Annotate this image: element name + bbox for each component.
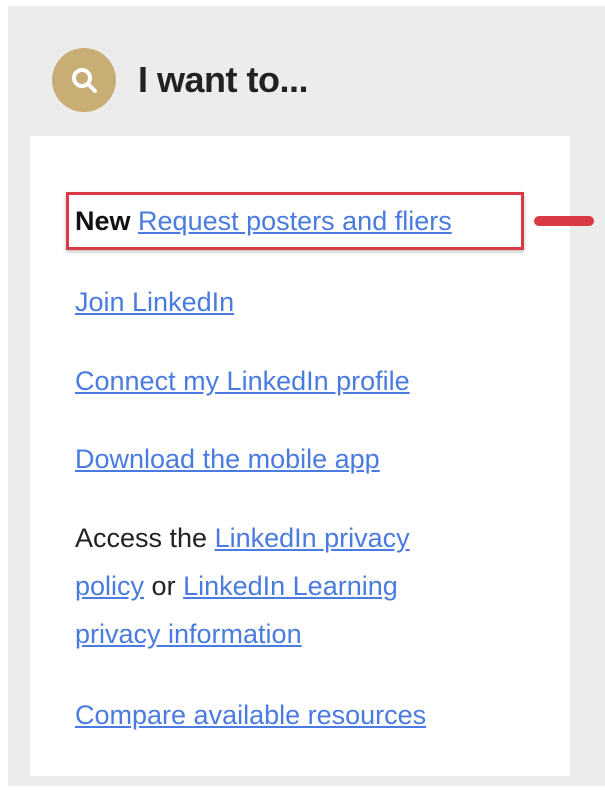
compare-resources-item: Compare available resources [75, 691, 426, 739]
privacy-policy-link-cont[interactable]: policy [75, 571, 144, 601]
search-icon [52, 48, 116, 112]
i-want-to-panel: I want to... New Request posters and fli… [8, 6, 605, 786]
panel-title: I want to... [138, 59, 309, 100]
privacy-item: Access the LinkedIn privacy policy or Li… [75, 514, 515, 658]
highlight-box [66, 192, 524, 250]
join-linkedin-item: Join LinkedIn [75, 278, 234, 326]
links-card: New Request posters and fliers Join Link… [30, 136, 594, 776]
learning-privacy-link[interactable]: LinkedIn Learning [183, 571, 398, 601]
callout-arrow [534, 216, 594, 226]
download-app-link[interactable]: Download the mobile app [75, 444, 380, 474]
or-text: or [151, 571, 176, 601]
access-text: Access the [75, 523, 208, 553]
download-app-item: Download the mobile app [75, 435, 380, 483]
learning-privacy-link-cont[interactable]: privacy information [75, 619, 302, 649]
privacy-policy-link[interactable]: LinkedIn privacy [215, 523, 410, 553]
join-linkedin-link[interactable]: Join LinkedIn [75, 287, 234, 317]
connect-profile-item: Connect my LinkedIn profile [75, 357, 410, 405]
connect-profile-link[interactable]: Connect my LinkedIn profile [75, 366, 410, 396]
panel-header: I want to... [52, 48, 309, 112]
compare-resources-link[interactable]: Compare available resources [75, 700, 426, 730]
